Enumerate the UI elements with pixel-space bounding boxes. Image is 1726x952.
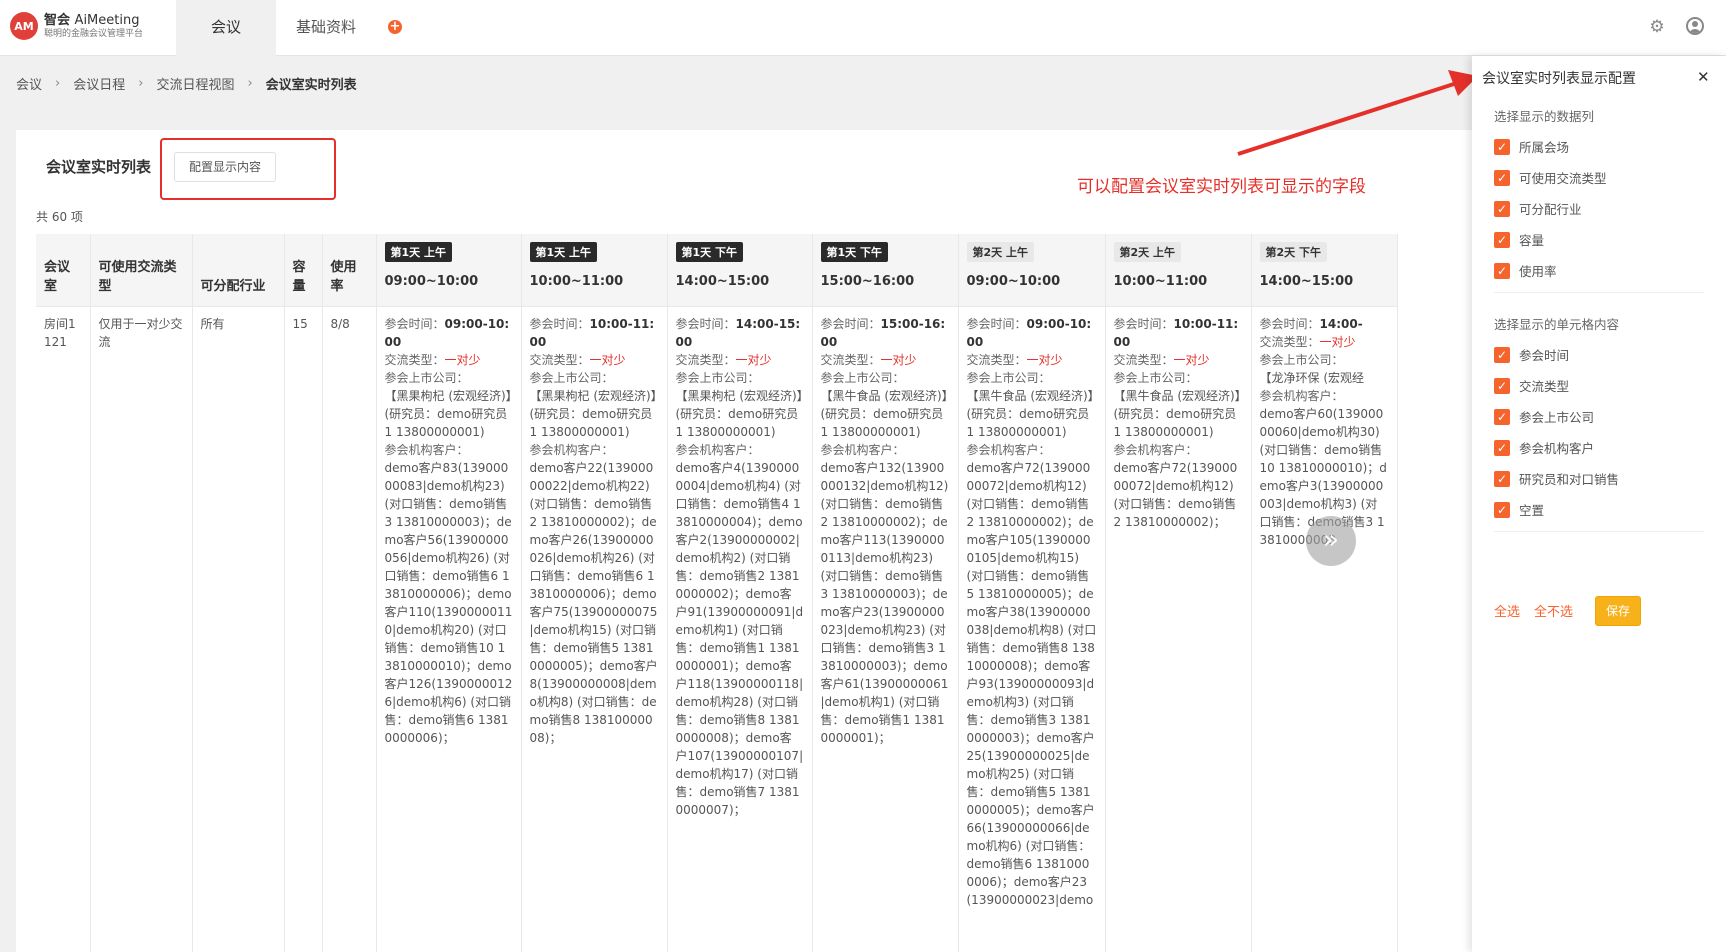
checkbox-types[interactable]: ✓ 可使用交流类型 — [1494, 168, 1607, 187]
divider — [1494, 531, 1704, 532]
close-icon[interactable]: ✕ — [1697, 68, 1710, 86]
checkbox-label: 研究员和对口销售 — [1519, 472, 1620, 487]
config-panel: 会议室实时列表显示配置 ✕ 选择显示的数据列 ✓ 所属会场 ✓ 可使用交流类型 ✓ 可… — [1472, 56, 1726, 952]
checkbox-icon: ✓ — [1494, 377, 1510, 394]
checkbox-institution-clients[interactable]: ✓ 参会机构客户 — [1494, 438, 1594, 457]
checkbox-label: 使用率 — [1519, 264, 1557, 279]
checkbox-label: 参会时间 — [1519, 348, 1570, 363]
checkbox-icon: ✓ — [1494, 501, 1510, 518]
checkbox-icon: ✓ — [1494, 470, 1510, 487]
checkbox-icon: ✓ — [1494, 439, 1510, 456]
checkbox-icon: ✓ — [1494, 200, 1510, 217]
checkbox-icon: ✓ — [1494, 169, 1510, 186]
checkbox-capacity[interactable]: ✓ 容量 — [1494, 230, 1544, 249]
select-all-button[interactable]: 全选 — [1494, 601, 1520, 620]
checkbox-researcher-sales[interactable]: ✓ 研究员和对口销售 — [1494, 469, 1619, 488]
checkbox-icon: ✓ — [1494, 262, 1510, 279]
checkbox-icon: ✓ — [1494, 138, 1510, 155]
select-none-button[interactable]: 全不选 — [1534, 601, 1573, 620]
save-button[interactable]: 保存 — [1595, 596, 1641, 626]
checkbox-venue[interactable]: ✓ 所属会场 — [1494, 137, 1569, 156]
checkbox-label: 所属会场 — [1519, 140, 1570, 155]
divider — [1494, 292, 1704, 293]
checkbox-exchange-type[interactable]: ✓ 交流类型 — [1494, 376, 1569, 395]
checkbox-listed-company[interactable]: ✓ 参会上市公司 — [1494, 407, 1594, 426]
checkbox-label: 参会机构客户 — [1519, 441, 1595, 456]
section-columns-title: 选择显示的数据列 — [1494, 109, 1595, 124]
section-cell-title: 选择显示的单元格内容 — [1494, 317, 1620, 332]
checkbox-label: 空置 — [1519, 503, 1545, 518]
checkbox-icon: ✓ — [1494, 231, 1510, 248]
annotation-arrow — [1237, 70, 1478, 156]
checkbox-label: 交流类型 — [1519, 379, 1570, 394]
checkbox-usage[interactable]: ✓ 使用率 — [1494, 261, 1557, 280]
checkbox-label: 可分配行业 — [1519, 202, 1582, 217]
checkbox-icon: ✓ — [1494, 346, 1510, 363]
panel-title: 会议室实时列表显示配置 — [1482, 71, 1636, 87]
checkbox-label: 容量 — [1519, 233, 1545, 248]
checkbox-industry[interactable]: ✓ 可分配行业 — [1494, 199, 1582, 218]
checkbox-meeting-time[interactable]: ✓ 参会时间 — [1494, 345, 1569, 364]
checkbox-label: 参会上市公司 — [1519, 410, 1595, 425]
checkbox-vacant[interactable]: ✓ 空置 — [1494, 500, 1544, 519]
checkbox-label: 可使用交流类型 — [1519, 171, 1607, 186]
checkbox-icon: ✓ — [1494, 408, 1510, 425]
